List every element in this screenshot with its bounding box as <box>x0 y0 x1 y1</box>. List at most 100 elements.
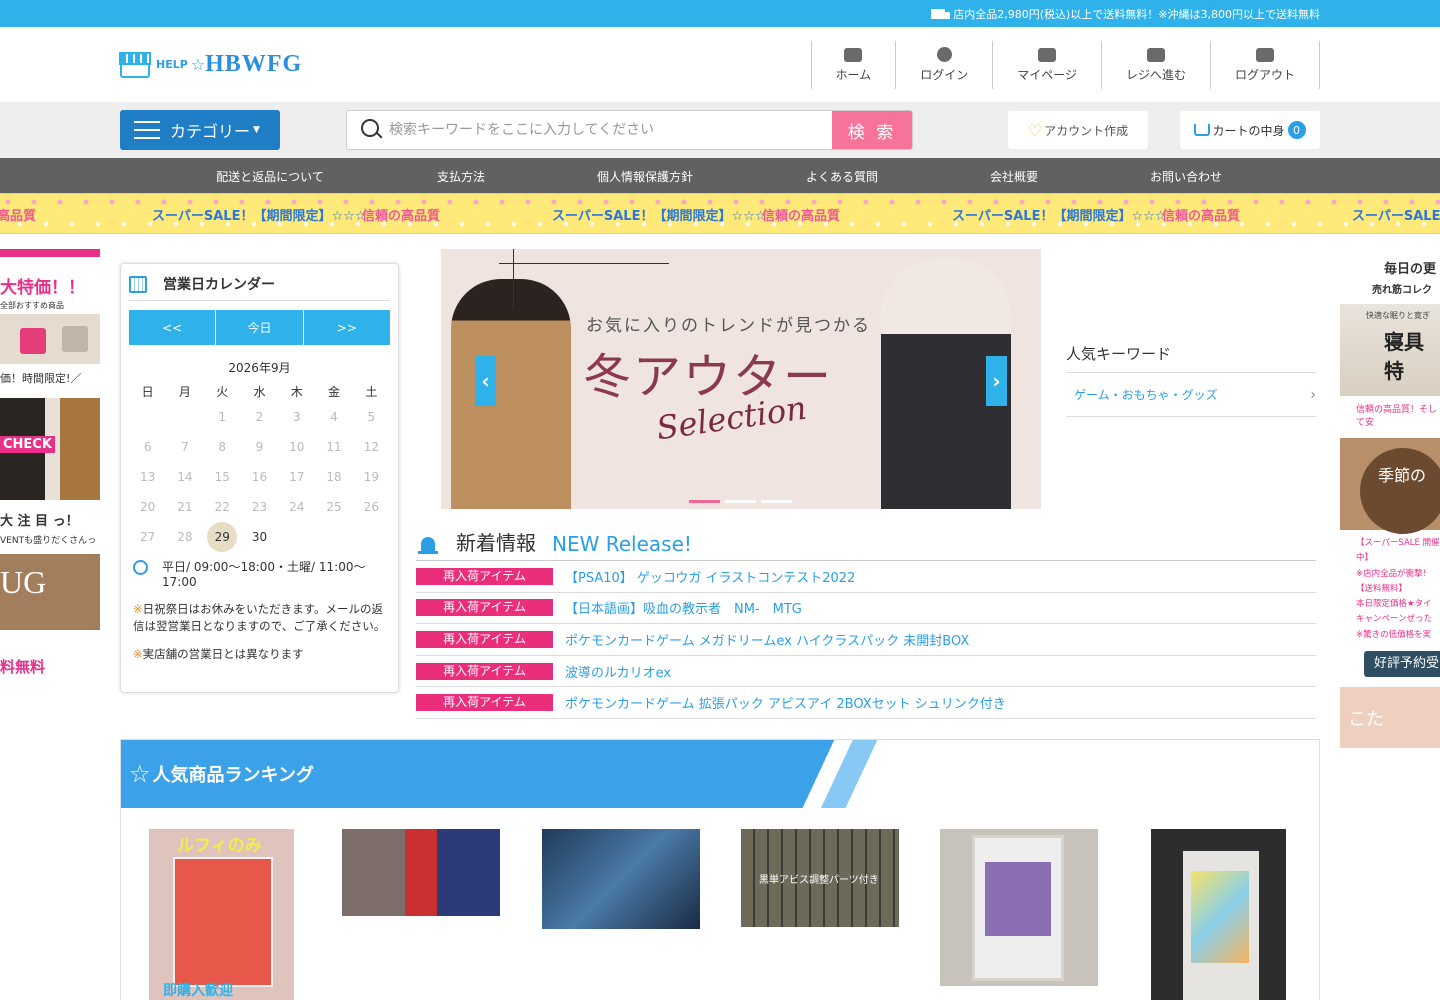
calendar-next-button[interactable]: >> <box>303 310 390 345</box>
carousel-dot[interactable] <box>761 500 792 503</box>
carousel-next-button[interactable]: › <box>986 356 1007 406</box>
calendar-day[interactable]: 10 <box>278 432 315 462</box>
news-link-text: 【日本語画】吸血の教示者 NM- MTG <box>565 602 802 618</box>
product-card[interactable] <box>940 829 1098 986</box>
nav-mypage[interactable]: マイページ <box>993 41 1102 89</box>
business-calendar: 営業日カレンダー << 今日 >> 2026年9月 日月火水木金土 123456… <box>120 263 399 693</box>
search-input[interactable] <box>385 111 832 149</box>
site-logo[interactable]: HELP ☆ HBWFG <box>119 51 302 78</box>
calendar-day[interactable]: 17 <box>278 462 315 492</box>
product-card[interactable] <box>1151 829 1286 1000</box>
calendar-day[interactable]: 14 <box>166 462 203 492</box>
global-nav: 配送と返品について 支払方法 個人情報保護方針 よくある質問 会社概要 お問い合… <box>0 158 1440 193</box>
news-header: 新着情報 NEW Release! <box>416 530 1316 561</box>
calendar-day[interactable]: 24 <box>278 492 315 522</box>
product-image <box>173 857 273 987</box>
ribbon-text: 信頼の高品質 <box>362 209 441 224</box>
calendar-day[interactable]: 19 <box>353 462 390 492</box>
calendar-day[interactable]: 2 <box>241 402 278 432</box>
create-account-button[interactable]: ♡ アカウント作成 <box>1008 111 1148 149</box>
calendar-day[interactable]: 1 <box>204 402 241 432</box>
business-hours-text: 平日/ 09:00～18:00・土曜/ 11:00～17:00 <box>162 560 366 589</box>
calendar-day[interactable]: 9 <box>241 432 278 462</box>
calendar-day[interactable]: 23 <box>241 492 278 522</box>
nav-shipping[interactable]: 配送と返品について <box>216 168 324 185</box>
calendar-day[interactable]: 29 <box>204 522 241 552</box>
carousel-prev-button[interactable]: ‹ <box>475 356 496 406</box>
left-promo-strip[interactable]: 大特価！！ 全部おすすめ商品 価！時間限定!／ CHECK 大 注 目 っ！ V… <box>0 249 100 739</box>
product-overlay-text: ルフィのみ <box>177 836 262 856</box>
keyword-link[interactable]: ゲーム・おもちゃ・グッズ › <box>1066 373 1316 417</box>
news-item[interactable]: 再入荷アイテム 【PSA10】 ゲッコウガ イラストコンテスト2022 <box>416 561 1316 593</box>
register-icon <box>1146 47 1165 62</box>
search-button[interactable]: 検 索 <box>832 111 912 149</box>
news-item[interactable]: 再入荷アイテム ポケモンカードゲーム 拡張パック アビスアイ 2BOXセット シュ… <box>416 687 1316 719</box>
calendar-controls: << 今日 >> <box>129 310 390 345</box>
cart-button[interactable]: カートの中身 0 <box>1180 111 1320 149</box>
hero-banner[interactable]: お気に入りのトレンドが見つかる 冬アウター Selection ‹ › <box>441 249 1041 509</box>
calendar-day[interactable]: 28 <box>166 522 203 552</box>
calendar-day[interactable]: 20 <box>129 492 166 522</box>
toolbar: カテゴリー ▼ 検 索 ♡ アカウント作成 カートの中身 0 <box>0 102 1440 158</box>
nav-faq[interactable]: よくある質問 <box>806 168 878 185</box>
note-asterisk: ※ <box>133 647 143 662</box>
promo-title: 毎日の更 <box>1384 262 1437 277</box>
calendar-day[interactable]: 15 <box>204 462 241 492</box>
promo-title: 大特価！！ <box>0 278 85 298</box>
news-subtitle: NEW Release! <box>552 532 692 556</box>
calendar-day[interactable]: 3 <box>278 402 315 432</box>
calendar-day[interactable]: 12 <box>353 432 390 462</box>
nav-privacy[interactable]: 個人情報保護方針 <box>597 168 693 185</box>
season-image: 季節の <box>1340 438 1440 534</box>
news-item[interactable]: 再入荷アイテム ポケモンカードゲーム メガドリームex ハイクラスパック 未開封B… <box>416 624 1316 656</box>
calendar-day[interactable]: 21 <box>166 492 203 522</box>
sale-list-item: ※店内全品が衝撃！ <box>1356 568 1432 579</box>
calendar-day[interactable]: 16 <box>241 462 278 492</box>
product-card[interactable] <box>342 829 500 916</box>
ribbon-text: スーパーSALE！【期間限定】☆☆☆ <box>552 209 767 224</box>
nav-login[interactable]: ログイン <box>896 41 994 89</box>
weekday-label: 水 <box>253 384 266 399</box>
nav-company[interactable]: 会社概要 <box>990 168 1038 185</box>
logout-icon <box>1255 47 1274 62</box>
news-item[interactable]: 再入荷アイテム 波導のルカリオex <box>416 656 1316 688</box>
sale-list: 【スーパーSALE 開催中】 ※店内全品が衝撃！ 【送料無料】 本日限定価格★タイ キャ… <box>1356 536 1440 643</box>
weekday-label: 月 <box>178 384 191 399</box>
right-promo-strip[interactable]: 毎日の更 売れ筋コレク 快適な眠りと寛ぎ 寝具特 信頼の高品質！そして安 季節の… <box>1340 258 1440 748</box>
promo-subtitle: 売れ筋コレク <box>1372 285 1432 296</box>
calendar-day[interactable]: 30 <box>241 522 278 552</box>
bedding-image: 快適な眠りと寛ぎ 寝具特 <box>1340 304 1440 396</box>
promo-ribbon[interactable]: 信頼の高品質 スーパーSALE！【期間限定】☆☆☆ 信頼の高品質 スーパーSAL… <box>0 193 1440 234</box>
calendar-day[interactable]: 13 <box>129 462 166 492</box>
news-link-text: 波導のルカリオex <box>565 665 672 681</box>
carousel-dot[interactable] <box>689 500 720 503</box>
calendar-day[interactable]: 11 <box>315 432 352 462</box>
category-button[interactable]: カテゴリー ▼ <box>120 110 280 150</box>
calendar-today-button[interactable]: 今日 <box>216 310 303 345</box>
calendar-day[interactable]: 18 <box>315 462 352 492</box>
calendar-day[interactable]: 4 <box>315 402 352 432</box>
reservation-button[interactable]: 好評予約受 <box>1364 651 1440 678</box>
calendar-day[interactable]: 7 <box>166 432 203 462</box>
calendar-day[interactable]: 22 <box>204 492 241 522</box>
carousel-dot[interactable] <box>725 500 756 503</box>
product-card[interactable] <box>542 829 700 929</box>
calendar-day[interactable]: 5 <box>353 402 390 432</box>
nav-logout[interactable]: ログアウト <box>1211 41 1320 89</box>
news-item[interactable]: 再入荷アイテム 【日本語画】吸血の教示者 NM- MTG <box>416 593 1316 625</box>
calendar-day[interactable]: 8 <box>204 432 241 462</box>
nav-contact[interactable]: お問い合わせ <box>1150 168 1222 185</box>
calendar-day[interactable]: 25 <box>315 492 352 522</box>
calendar-day[interactable]: 6 <box>129 432 166 462</box>
cart-count-badge: 0 <box>1287 121 1306 139</box>
nav-home[interactable]: ホーム <box>812 41 897 89</box>
product-overlay-text: 黒単アビス調整パーツ付き <box>759 875 879 886</box>
calendar-prev-button[interactable]: << <box>129 310 216 345</box>
nav-checkout[interactable]: レジへ進む <box>1102 41 1211 89</box>
nav-payment[interactable]: 支払方法 <box>437 168 485 185</box>
product-card[interactable]: 黒単アビス調整パーツ付き <box>741 829 899 927</box>
calendar-day[interactable]: 26 <box>353 492 390 522</box>
category-label: カテゴリー <box>170 122 251 141</box>
product-card[interactable]: ルフィのみ 即購入歓迎 <box>149 829 294 1000</box>
calendar-day[interactable]: 27 <box>129 522 166 552</box>
